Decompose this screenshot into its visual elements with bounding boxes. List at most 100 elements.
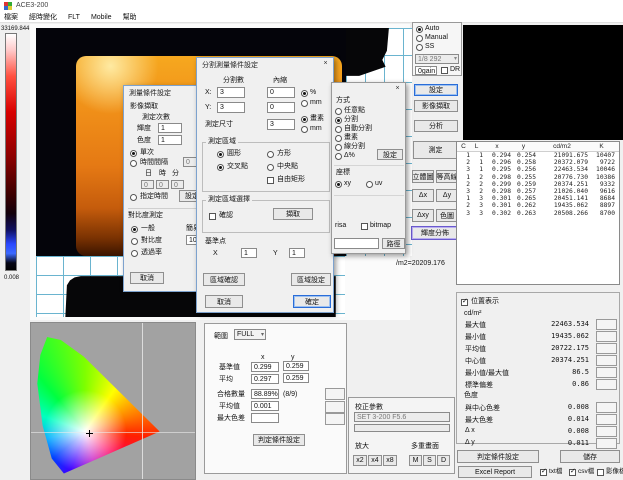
y-count-field[interactable]: 3 <box>217 102 245 113</box>
delta-y-button[interactable]: Δy <box>436 189 458 202</box>
pixel-radio[interactable] <box>301 116 308 123</box>
freerect-checkbox[interactable] <box>267 177 274 184</box>
menu-temporal[interactable]: 經時變化 <box>29 12 57 22</box>
cross-radio[interactable] <box>217 164 224 171</box>
menu-help[interactable]: 幫助 <box>123 12 137 22</box>
y-inset-field[interactable]: 0 <box>267 102 295 113</box>
excel-report-button[interactable]: Excel Report <box>458 466 532 478</box>
menu-file[interactable]: 檔案 <box>4 12 18 22</box>
judge-condition-button[interactable]: 判定條件設定 <box>457 450 539 463</box>
day-field[interactable]: 0 <box>141 180 154 189</box>
capture-area-button[interactable]: 擷取 <box>273 208 313 220</box>
measure-button[interactable]: 測定 <box>413 141 458 159</box>
transmittance-radio[interactable] <box>131 250 138 257</box>
line-split-radio[interactable] <box>335 144 342 151</box>
table-row[interactable]: 210.2960.25820372.0799722 <box>457 159 619 166</box>
size-field[interactable]: 3 <box>267 119 295 130</box>
specified-time-radio[interactable] <box>130 194 137 201</box>
contour-button[interactable]: 等高線 <box>436 170 458 183</box>
area-confirm-button[interactable]: 區域確認 <box>203 273 245 286</box>
confirm-checkbox[interactable] <box>209 213 216 220</box>
table-row[interactable]: 330.3020.26320508.2668700 <box>457 210 619 217</box>
path-field[interactable] <box>334 238 379 249</box>
circle-radio[interactable] <box>217 151 224 158</box>
avg-x-field[interactable]: 0.297 <box>251 374 279 384</box>
mm-radio[interactable] <box>301 100 308 107</box>
analyze-button[interactable]: 分析 <box>414 120 458 132</box>
percent-radio[interactable] <box>301 90 308 97</box>
path-button[interactable]: 路徑 <box>382 238 405 249</box>
table-row[interactable]: 110.2940.25421091.67510407 <box>457 152 619 159</box>
measure-cancel-button[interactable]: 取消 <box>130 272 164 284</box>
single-radio[interactable] <box>130 150 137 157</box>
settings-button[interactable]: 設定 <box>414 84 458 96</box>
base-y-field[interactable]: 1 <box>289 248 305 258</box>
minmax-flag-box <box>596 367 617 378</box>
txt-checkbox[interactable] <box>540 469 547 476</box>
csv-checkbox[interactable] <box>569 469 576 476</box>
multi-s-button[interactable]: S <box>423 455 436 466</box>
dr-checkbox[interactable] <box>441 67 448 74</box>
normal-radio[interactable] <box>131 226 138 233</box>
method-set-button[interactable]: 設定 <box>377 149 403 160</box>
close-icon[interactable]: × <box>320 59 331 69</box>
chroma-count-field[interactable]: 1 <box>158 135 182 145</box>
x-count-field[interactable]: 3 <box>217 87 245 98</box>
auto-radio[interactable] <box>416 26 423 33</box>
mm2-radio[interactable] <box>301 126 308 133</box>
hour-field[interactable]: 0 <box>156 180 169 189</box>
ref-x-field[interactable]: 0.299 <box>251 362 279 372</box>
uv-radio[interactable] <box>366 181 373 188</box>
luminance-count-field[interactable]: 1 <box>158 123 182 133</box>
luminance-dist-button[interactable]: 輝度分佈 <box>411 226 459 240</box>
table-row[interactable]: 130.3010.26520451.1418684 <box>457 195 619 202</box>
center-radio[interactable] <box>267 164 274 171</box>
save-button[interactable]: 儲存 <box>560 450 620 463</box>
delta-xy-button[interactable]: Δxy <box>412 209 434 222</box>
table-row[interactable]: 310.2950.25622463.53410046 <box>457 166 619 173</box>
secondary-display[interactable] <box>463 25 623 140</box>
table-row[interactable]: 320.2980.25721026.0409616 <box>457 188 619 195</box>
zoom-x4-button[interactable]: x4 <box>368 455 382 466</box>
area-set-button[interactable]: 區域設定 <box>291 273 331 286</box>
pixel-mode-radio[interactable] <box>335 135 342 142</box>
position-display-checkbox[interactable] <box>461 299 468 306</box>
gain-field[interactable]: 0gain <box>415 66 437 75</box>
solid-view-button[interactable]: 立體圖 <box>412 170 434 183</box>
split-mode-radio[interactable] <box>335 117 342 124</box>
avg-y-field[interactable]: 0.259 <box>283 373 309 383</box>
multi-m-button[interactable]: M <box>409 455 422 466</box>
x-inset-field[interactable]: 0 <box>267 87 295 98</box>
xy-radio[interactable] <box>335 181 342 188</box>
menu-flt[interactable]: FLT <box>68 14 80 21</box>
split-cancel-button[interactable]: 取消 <box>205 295 243 308</box>
square-radio[interactable] <box>267 151 274 158</box>
delta-x-button[interactable]: Δx <box>412 189 434 202</box>
zoom-x2-button[interactable]: x2 <box>353 455 367 466</box>
interval-radio[interactable] <box>130 160 137 167</box>
bitmap-checkbox[interactable] <box>361 223 368 230</box>
image-file-checkbox[interactable] <box>597 469 604 476</box>
split-ok-button[interactable]: 確定 <box>293 295 331 308</box>
contrast-radio[interactable] <box>131 238 138 245</box>
auto-split-radio[interactable] <box>335 126 342 133</box>
range-dropdown[interactable]: FULL ▾ <box>234 329 266 340</box>
table-row[interactable]: 230.3010.26219435.0628897 <box>457 202 619 209</box>
base-x-field[interactable]: 1 <box>241 248 257 258</box>
shutter-dropdown[interactable]: 1/8 292 ▾ <box>415 54 459 64</box>
delta-pct-radio[interactable] <box>335 153 342 160</box>
image-capture-button[interactable]: 影像擷取 <box>414 100 458 112</box>
manual-radio[interactable] <box>416 35 423 42</box>
method-close-icon[interactable]: × <box>392 84 403 94</box>
ss-radio[interactable] <box>416 44 423 51</box>
judge-settings-button[interactable]: 判定條件設定 <box>253 434 305 446</box>
table-row[interactable]: 220.2990.25920374.2519332 <box>457 181 619 188</box>
zoom-x8-button[interactable]: x8 <box>383 455 397 466</box>
arbitrary-point-radio[interactable] <box>335 108 342 115</box>
colormap-button[interactable]: 色圖 <box>436 209 458 222</box>
minute-field[interactable]: 0 <box>171 180 184 189</box>
multi-d-button[interactable]: D <box>437 455 450 466</box>
table-row[interactable]: 120.2980.25520776.73010386 <box>457 174 619 181</box>
ref-y-field[interactable]: 0.259 <box>283 361 309 371</box>
menu-mobile[interactable]: Mobile <box>91 14 112 21</box>
